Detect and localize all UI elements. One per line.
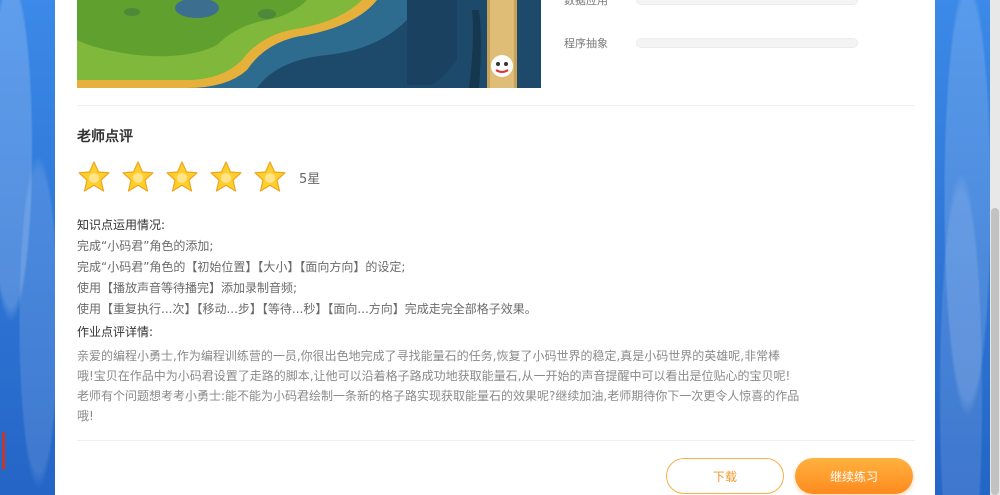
stat-progress-bar	[636, 0, 858, 5]
edge-marker	[2, 432, 5, 470]
stat-progress-bar	[636, 38, 858, 48]
vertical-scrollbar[interactable]	[990, 0, 1000, 495]
detail-line: 老师有个问题想考考小勇士:能不能为小码君绘制一条新的格子路实现获取能量石的效果呢…	[77, 389, 800, 403]
work-preview-image[interactable]	[77, 0, 541, 88]
stat-label: 程序抽象	[564, 37, 608, 50]
stat-row-program-abstraction: 程序抽象	[564, 35, 858, 51]
knowledge-line: 完成“小码君”角色的添加;	[77, 239, 214, 253]
detail-line: 哦!宝贝在作品中为小码君设置了走路的脚本,让他可以沿着格子路成功地获取能量石,从…	[77, 369, 791, 383]
background-decoration-left	[0, 0, 55, 495]
download-button[interactable]: 下载	[666, 458, 784, 494]
stat-row-data-application: 数据应用	[564, 0, 858, 8]
rating-label: 5星	[299, 171, 321, 187]
star-rating: 5星	[77, 160, 320, 194]
star-icon	[78, 161, 110, 192]
knowledge-title: 知识点运用情况:	[77, 218, 166, 232]
divider	[77, 440, 915, 441]
knowledge-line: 使用【播放声音等待播完】添加录制音频;	[77, 281, 298, 295]
detail-line: 哦!	[77, 409, 94, 423]
knowledge-line: 使用【重复执行...次】【移动...步】【等待...秒】【面向...方向】完成走…	[77, 302, 537, 316]
star-icon	[166, 161, 198, 192]
knowledge-line: 完成“小码君”角色的【初始位置】【大小】【面向方向】的设定;	[77, 260, 406, 274]
star-icon	[254, 161, 286, 192]
homework-card: 数据应用 程序抽象 老师点评 5星 知识点运用情况: 完成“小码君”角色的添加;…	[55, 0, 935, 495]
continue-practice-button[interactable]: 继续练习	[795, 458, 913, 494]
teacher-review-title: 老师点评	[77, 129, 133, 145]
star-icon	[210, 161, 242, 192]
scrollbar-thumb[interactable]	[991, 208, 999, 495]
detail-title: 作业点评详情:	[77, 325, 154, 339]
stat-label: 数据应用	[564, 0, 608, 7]
star-icon	[122, 161, 154, 192]
divider	[77, 105, 915, 106]
detail-line: 亲爱的编程小勇士,作为编程训练营的一员,你很出色地完成了寻找能量石的任务,恢复了…	[77, 349, 781, 363]
